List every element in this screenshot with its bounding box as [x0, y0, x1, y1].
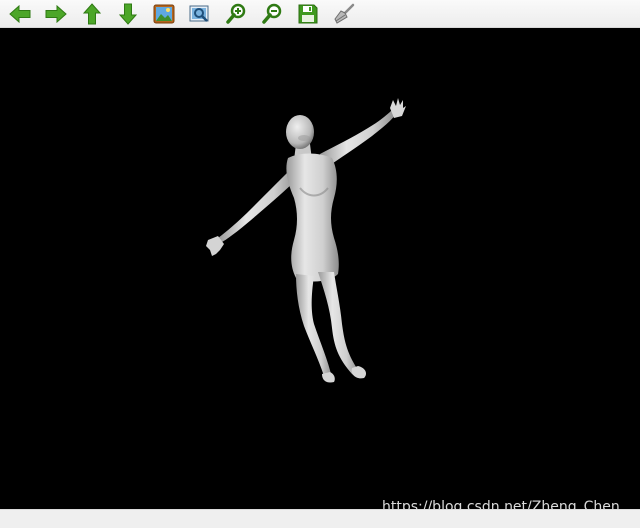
- back-button[interactable]: [8, 2, 32, 26]
- brush-icon: [334, 3, 355, 24]
- image-icon: [153, 4, 175, 24]
- save-icon: [298, 4, 318, 24]
- down-button[interactable]: [116, 2, 140, 26]
- zoom-in-icon: [226, 3, 246, 24]
- view-button[interactable]: [188, 2, 212, 26]
- render-viewport[interactable]: https://blog.csdn.net/Zheng_Chen_: [0, 28, 640, 509]
- forward-button[interactable]: [44, 2, 68, 26]
- human-body-model: [206, 98, 406, 383]
- zoom-in-button[interactable]: [224, 2, 248, 26]
- save-button[interactable]: [296, 2, 320, 26]
- status-bar: [0, 509, 640, 528]
- toolbar: [0, 0, 640, 28]
- view-image-icon: [189, 5, 209, 22]
- arrow-down-icon: [119, 3, 137, 25]
- clear-button[interactable]: [332, 2, 356, 26]
- watermark-text: https://blog.csdn.net/Zheng_Chen_: [382, 499, 627, 509]
- zoom-out-button[interactable]: [260, 2, 284, 26]
- arrow-right-icon: [45, 5, 67, 23]
- arrow-up-icon: [83, 3, 101, 25]
- image-button[interactable]: [152, 2, 176, 26]
- arrow-left-icon: [9, 5, 31, 23]
- zoom-out-icon: [262, 3, 282, 24]
- up-button[interactable]: [80, 2, 104, 26]
